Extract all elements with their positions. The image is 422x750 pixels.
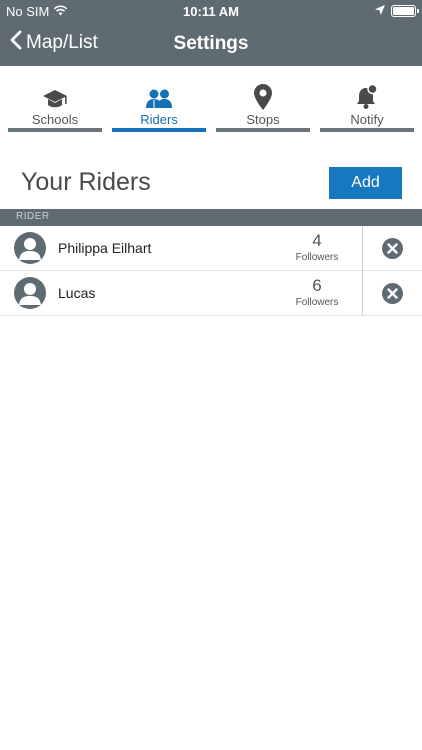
remove-rider-button[interactable] [382, 238, 403, 259]
rider-name: Philippa Eilhart [58, 240, 152, 256]
follower-count-label: Followers [295, 297, 339, 308]
close-circle-icon [382, 283, 403, 304]
tab-stops-indicator [216, 128, 310, 132]
remove-rider-button[interactable] [382, 283, 403, 304]
follower-count-label: Followers [295, 252, 339, 263]
tab-stops-label: Stops [246, 112, 280, 127]
status-right [375, 3, 419, 18]
tab-riders-indicator [112, 128, 206, 132]
tab-riders[interactable]: Riders [110, 66, 208, 136]
riders-icon [145, 84, 173, 110]
section-heading: Your Riders [21, 168, 151, 196]
page-title: Settings [173, 33, 249, 54]
bell-icon [356, 84, 378, 110]
tab-schools[interactable]: Schools [6, 66, 104, 136]
follower-count: 4 Followers [282, 231, 352, 263]
rider-column-label: RIDER [16, 211, 50, 222]
battery-icon [391, 4, 419, 17]
status-time: 10:11 AM [183, 4, 239, 19]
rider-column-header: RIDER [0, 209, 422, 226]
location-arrow-icon [375, 3, 385, 18]
avatar [14, 232, 46, 264]
tab-schools-label: Schools [31, 112, 79, 127]
row-divider [362, 271, 363, 316]
graduation-cap-icon [42, 84, 68, 110]
follower-count-value: 6 [312, 276, 322, 295]
tab-riders-label: Riders [140, 112, 178, 127]
tab-notify-indicator [320, 128, 414, 132]
nav-bar: Map/List Settings [0, 22, 422, 66]
settings-tabs: Schools Riders Stops Notify [0, 66, 422, 136]
follower-count: 6 Followers [282, 276, 352, 308]
rider-name: Lucas [58, 285, 96, 301]
row-divider [362, 226, 363, 271]
map-pin-icon [254, 84, 272, 110]
rider-row[interactable]: Lucas 6 Followers [0, 271, 422, 316]
tab-schools-indicator [8, 128, 102, 132]
tab-notify[interactable]: Notify [318, 66, 416, 136]
rider-list: Philippa Eilhart 4 Followers Lucas 6 Fol… [0, 226, 422, 316]
avatar [14, 277, 46, 309]
follower-count-value: 4 [312, 231, 322, 250]
top-bar: No SIM 10:11 AM Map/List Settings [0, 0, 422, 66]
tab-notify-label: Notify [350, 112, 384, 127]
add-rider-button[interactable]: Add [329, 167, 402, 199]
tab-stops[interactable]: Stops [214, 66, 312, 136]
close-circle-icon [382, 238, 403, 259]
status-bar: No SIM 10:11 AM [0, 0, 422, 22]
rider-row[interactable]: Philippa Eilhart 4 Followers [0, 226, 422, 271]
